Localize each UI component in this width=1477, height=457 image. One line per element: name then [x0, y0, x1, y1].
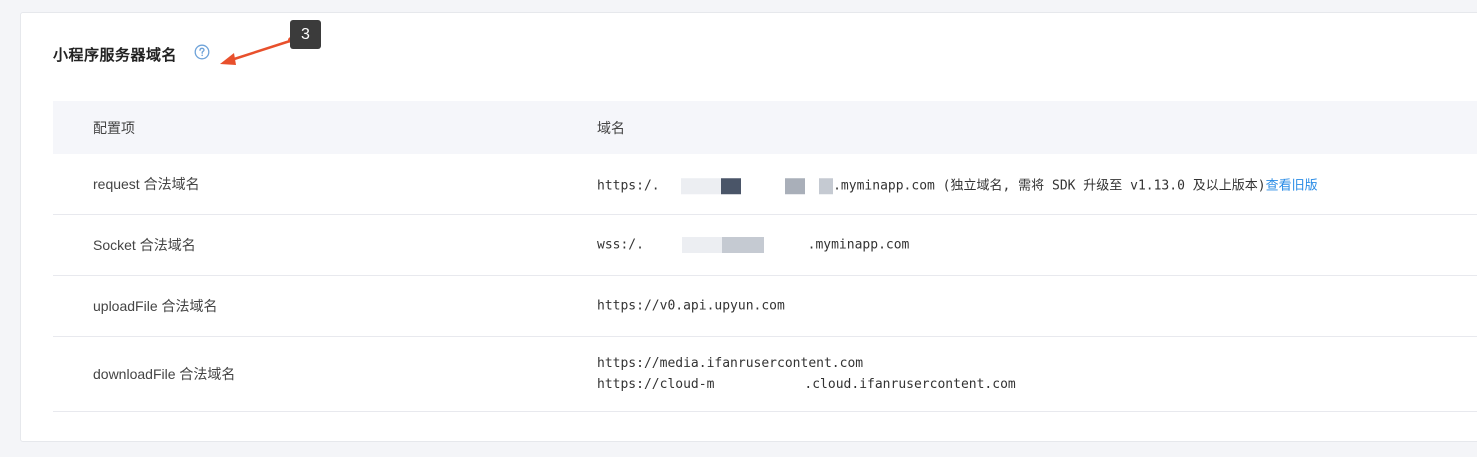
- annotation-arrow-icon: [220, 37, 294, 65]
- redacted-block: [743, 237, 764, 253]
- redacted-block: [681, 177, 722, 194]
- row-domain: https:/. .myminapp.com (独立域名, 需将 SDK 升级至…: [597, 174, 1318, 194]
- domain-suffix: .myminapp.com: [807, 237, 910, 253]
- redacted-block: [681, 237, 722, 253]
- table-row: uploadFile 合法域名 https://v0.api.upyun.com: [53, 276, 1477, 337]
- table-row: Socket 合法域名 wss:/. .myminapp.com: [53, 215, 1477, 276]
- header-config: 配置项: [93, 119, 135, 136]
- redacted-block: [721, 237, 744, 253]
- server-domain-card: 小程序服务器域名 3 配置项 域名 request 合法域名 https:/. …: [20, 12, 1477, 442]
- domain-line: https://cloud-m .cloud.ifanrusercontent.c…: [597, 374, 1016, 395]
- table-row: downloadFile 合法域名 https://media.ifanruse…: [53, 337, 1477, 412]
- view-old-version-link[interactable]: 查看旧版: [1266, 177, 1318, 192]
- redacted-block: [819, 177, 834, 194]
- header-domain: 域名: [597, 119, 625, 136]
- row-domain: https://media.ifanrusercontent.com https…: [597, 353, 1016, 395]
- domain-prefix: https://cloud-m: [597, 377, 715, 392]
- section-title: 小程序服务器域名: [53, 47, 178, 64]
- row-domain: https://v0.api.upyun.com: [597, 298, 785, 314]
- redacted-block: [721, 177, 742, 194]
- table-row: request 合法域名 https:/. .myminapp.com (独立域…: [53, 154, 1477, 215]
- row-label: request 合法域名: [93, 176, 200, 192]
- table-header: 配置项 域名: [53, 101, 1477, 154]
- domain-suffix: .myminapp.com (独立域名, 需将 SDK 升级至 v1.13.0 …: [833, 178, 1266, 194]
- row-label: uploadFile 合法域名: [93, 298, 218, 314]
- annotation-badge: 3: [290, 20, 321, 49]
- redacted-block: [785, 177, 806, 194]
- row-label: Socket 合法域名: [93, 237, 196, 253]
- domain-table: 配置项 域名 request 合法域名 https:/. .myminapp.c…: [53, 101, 1477, 412]
- domain-prefix: wss:/.: [597, 237, 644, 253]
- domain-prefix: https:/.: [597, 178, 660, 194]
- domain-line: https://media.ifanrusercontent.com: [597, 356, 864, 371]
- row-domain: wss:/. .myminapp.com: [597, 237, 909, 253]
- question-circle-icon[interactable]: [194, 44, 210, 60]
- domain-suffix: .cloud.ifanrusercontent.com: [804, 377, 1016, 392]
- row-label: downloadFile 合法域名: [93, 366, 236, 382]
